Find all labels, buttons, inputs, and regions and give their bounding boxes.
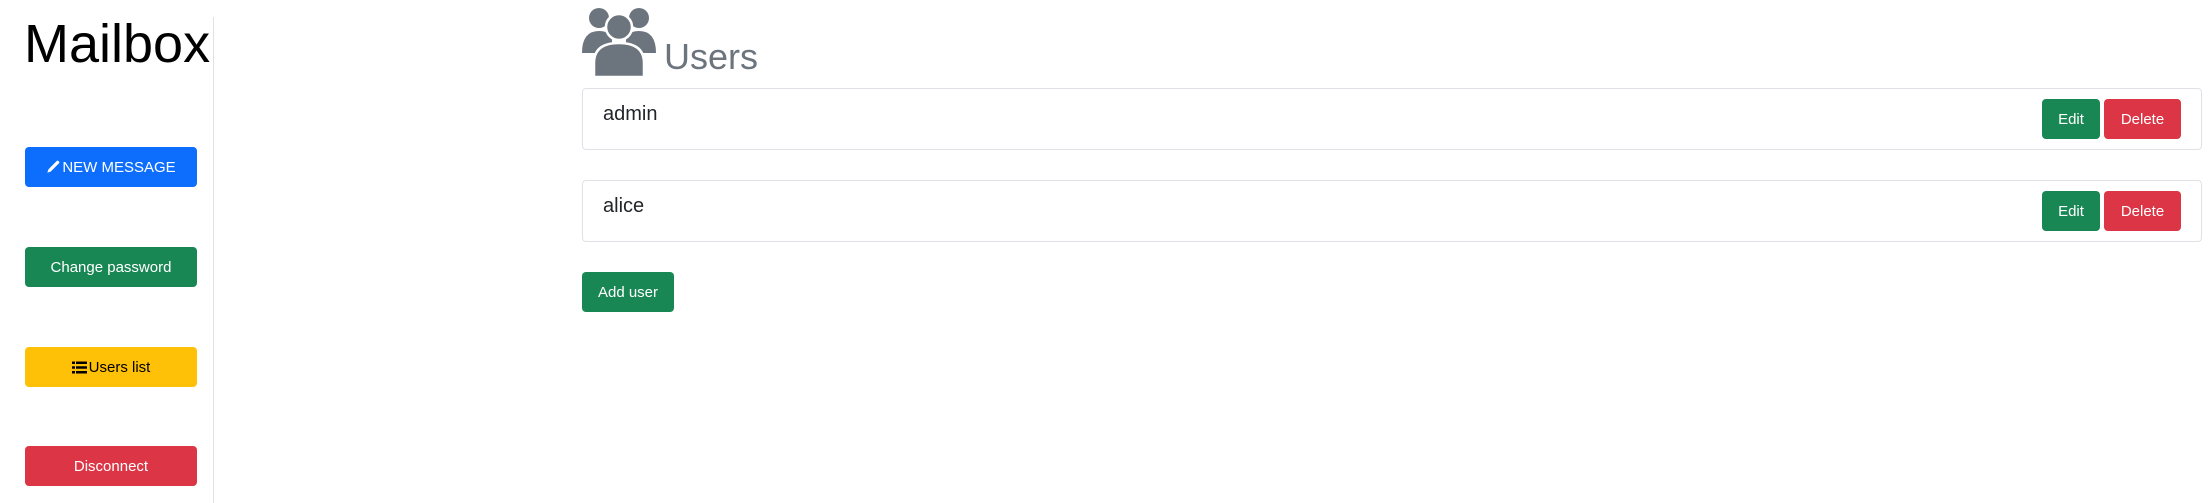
page-title: Users: [664, 36, 759, 77]
edit-user-button[interactable]: Edit: [2042, 99, 2100, 139]
disconnect-button[interactable]: Disconnect: [25, 446, 197, 486]
users-icon: [582, 8, 656, 77]
pencil-icon: [47, 160, 60, 173]
brand-title: Mailbox: [24, 14, 211, 74]
edit-user-button[interactable]: Edit: [2042, 191, 2100, 231]
new-message-label: NEW MESSAGE: [62, 158, 176, 176]
delete-user-button[interactable]: Delete: [2104, 191, 2181, 231]
change-password-button[interactable]: Change password: [25, 247, 197, 287]
user-actions: Edit Delete: [2042, 191, 2181, 231]
users-list-label: Users list: [88, 358, 151, 376]
delete-user-button[interactable]: Delete: [2104, 99, 2181, 139]
users-list-button[interactable]: Users list: [25, 347, 197, 387]
add-user-button[interactable]: Add user: [582, 272, 674, 312]
new-message-button[interactable]: NEW MESSAGE: [25, 147, 197, 187]
change-password-label: Change password: [50, 258, 172, 276]
user-row: admin Edit Delete: [582, 88, 2202, 150]
user-name: alice: [603, 195, 645, 217]
user-actions: Edit Delete: [2042, 99, 2181, 139]
page-heading: Users: [580, 5, 758, 77]
user-row: alice Edit Delete: [582, 180, 2202, 242]
list-icon: [71, 361, 87, 373]
disconnect-label: Disconnect: [73, 457, 149, 475]
user-name: admin: [603, 103, 658, 125]
